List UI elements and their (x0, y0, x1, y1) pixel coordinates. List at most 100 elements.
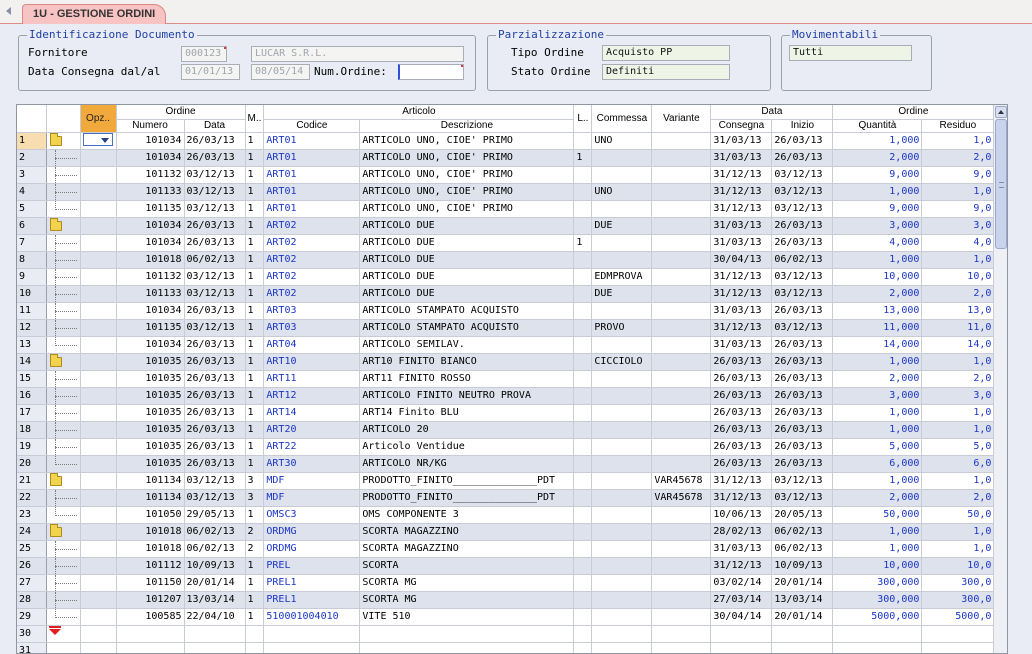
l-cell[interactable] (573, 166, 593, 184)
quantita-cell[interactable]: 50,000 (832, 506, 923, 524)
movimentabili-field[interactable]: Tutti (789, 45, 912, 61)
inizio-cell[interactable]: 26/03/13 (771, 438, 834, 456)
numero-cell[interactable]: 101135 (116, 200, 185, 218)
data-cell[interactable]: 26/03/13 (184, 132, 246, 150)
data-al-field[interactable]: 08/05/14 (251, 64, 310, 80)
opz-cell[interactable] (80, 506, 117, 524)
folder-icon[interactable] (49, 132, 62, 146)
residuo-cell[interactable]: 1,0 (921, 421, 995, 439)
row-number[interactable]: 29 (17, 608, 47, 626)
l-cell[interactable] (573, 489, 593, 507)
m-cell[interactable]: 1 (245, 166, 265, 184)
l-cell[interactable] (573, 251, 593, 269)
inizio-cell[interactable]: 26/03/13 (771, 217, 834, 235)
empty-cell[interactable] (710, 642, 773, 653)
l-cell[interactable] (573, 183, 593, 201)
commessa-cell[interactable] (591, 336, 653, 354)
codice-cell[interactable]: ART03 (263, 319, 361, 337)
numero-cell[interactable]: 101035 (116, 421, 185, 439)
residuo-cell[interactable]: 11,0 (921, 319, 995, 337)
quantita-cell[interactable]: 1,000 (832, 540, 923, 558)
descrizione-cell[interactable]: ARTICOLO NR/KG (359, 455, 575, 473)
table-row[interactable]: 9 101132 03/12/13 1 ART02 ARTICOLO DUE EDMPROV… (17, 268, 995, 286)
inizio-cell[interactable]: 26/03/13 (771, 132, 834, 150)
numero-cell[interactable]: 101150 (116, 574, 185, 592)
m-cell[interactable]: 1 (245, 438, 265, 456)
opz-cell[interactable] (80, 234, 117, 252)
quantita-cell[interactable]: 1,000 (832, 132, 923, 150)
variante-cell[interactable] (651, 217, 712, 235)
table-row[interactable]: 14 101035 26/03/13 1 ART10 ART10 FINITO BIANC… (17, 353, 995, 371)
codice-cell[interactable]: OMSC3 (263, 506, 361, 524)
quantita-cell[interactable]: 4,000 (832, 234, 923, 252)
row-number[interactable]: 11 (17, 302, 47, 320)
consegna-cell[interactable]: 31/12/13 (710, 557, 773, 575)
vertical-scrollbar[interactable] (993, 105, 1007, 653)
l-cell[interactable] (573, 540, 593, 558)
codice-cell[interactable]: MDF (263, 489, 361, 507)
fornitore-name-field[interactable]: LUCAR S.R.L. (251, 46, 464, 62)
residuo-cell[interactable]: 1,0 (921, 472, 995, 490)
variante-cell[interactable] (651, 370, 712, 388)
l-cell[interactable] (573, 574, 593, 592)
residuo-cell[interactable]: 5000,0 (921, 608, 995, 626)
codice-cell[interactable]: ART02 (263, 285, 361, 303)
inizio-cell[interactable]: 26/03/13 (771, 302, 834, 320)
l-cell[interactable] (573, 370, 593, 388)
residuo-cell[interactable]: 2,0 (921, 285, 995, 303)
folder-icon[interactable] (49, 217, 62, 231)
opz-cell[interactable] (80, 166, 117, 184)
residuo-cell[interactable]: 1,0 (921, 251, 995, 269)
empty-cell[interactable] (359, 642, 575, 653)
stato-ordine-field[interactable]: Definiti (602, 64, 730, 80)
residuo-cell[interactable]: 50,0 (921, 506, 995, 524)
descrizione-cell[interactable]: ARTICOLO FINITO NEUTRO PROVA (359, 387, 575, 405)
descrizione-cell[interactable]: Articolo Ventidue (359, 438, 575, 456)
commessa-cell[interactable] (591, 591, 653, 609)
m-cell[interactable]: 1 (245, 591, 265, 609)
m-cell[interactable]: 1 (245, 506, 265, 524)
opz-cell[interactable] (80, 183, 117, 201)
numero-cell[interactable]: 101133 (116, 183, 185, 201)
numero-cell[interactable]: 101132 (116, 166, 185, 184)
data-cell[interactable]: 26/03/13 (184, 455, 246, 473)
opz-cell[interactable] (80, 251, 117, 269)
m-cell[interactable]: 1 (245, 574, 265, 592)
opz-cell[interactable] (80, 370, 117, 388)
opz-cell[interactable] (80, 438, 117, 456)
quantita-cell[interactable]: 2,000 (832, 489, 923, 507)
empty-cell[interactable] (80, 642, 117, 653)
m-cell[interactable]: 1 (245, 608, 265, 626)
descrizione-cell[interactable]: ARTICOLO DUE (359, 217, 575, 235)
quantita-cell[interactable]: 1,000 (832, 251, 923, 269)
row-number[interactable]: 1 (17, 132, 47, 150)
inizio-cell[interactable]: 26/03/13 (771, 455, 834, 473)
l-cell[interactable] (573, 268, 593, 286)
variante-cell[interactable] (651, 523, 712, 541)
empty-cell[interactable] (184, 642, 246, 653)
consegna-header[interactable]: Consegna (710, 119, 773, 133)
codice-cell[interactable]: ART01 (263, 200, 361, 218)
consegna-cell[interactable]: 31/12/13 (710, 319, 773, 337)
table-row[interactable]: 10 101133 03/12/13 1 ART02 ARTICOLO DUE DUE 31/… (17, 285, 995, 303)
m-cell[interactable]: 3 (245, 472, 265, 490)
table-row[interactable]: 5 101135 03/12/13 1 ART01 ARTICOLO UNO, CIOE'… (17, 200, 995, 218)
quantita-cell[interactable]: 11,000 (832, 319, 923, 337)
table-row[interactable]: 21 101134 03/12/13 3 MDF PRODOTTO_FINITO_____… (17, 472, 995, 490)
consegna-cell[interactable]: 31/03/13 (710, 234, 773, 252)
l-cell[interactable]: 1 (573, 149, 593, 167)
variante-cell[interactable] (651, 574, 712, 592)
numero-cell[interactable]: 101034 (116, 302, 185, 320)
empty-cell[interactable] (710, 625, 773, 643)
table-row[interactable]: 6 101034 26/03/13 1 ART02 ARTICOLO DUE DUE 31/0… (17, 217, 995, 235)
inizio-cell[interactable]: 06/02/13 (771, 523, 834, 541)
m-cell[interactable]: 1 (245, 455, 265, 473)
commessa-cell[interactable]: DUE (591, 217, 653, 235)
data-cell[interactable]: 26/03/13 (184, 387, 246, 405)
tab-scroll-left-icon[interactable] (6, 7, 11, 15)
row-number[interactable]: 27 (17, 574, 47, 592)
data-cell[interactable]: 03/12/13 (184, 268, 246, 286)
descrizione-cell[interactable]: PRODOTTO_FINITO______________PDT (359, 472, 575, 490)
empty-cell[interactable] (116, 625, 185, 643)
m-cell[interactable]: 1 (245, 387, 265, 405)
